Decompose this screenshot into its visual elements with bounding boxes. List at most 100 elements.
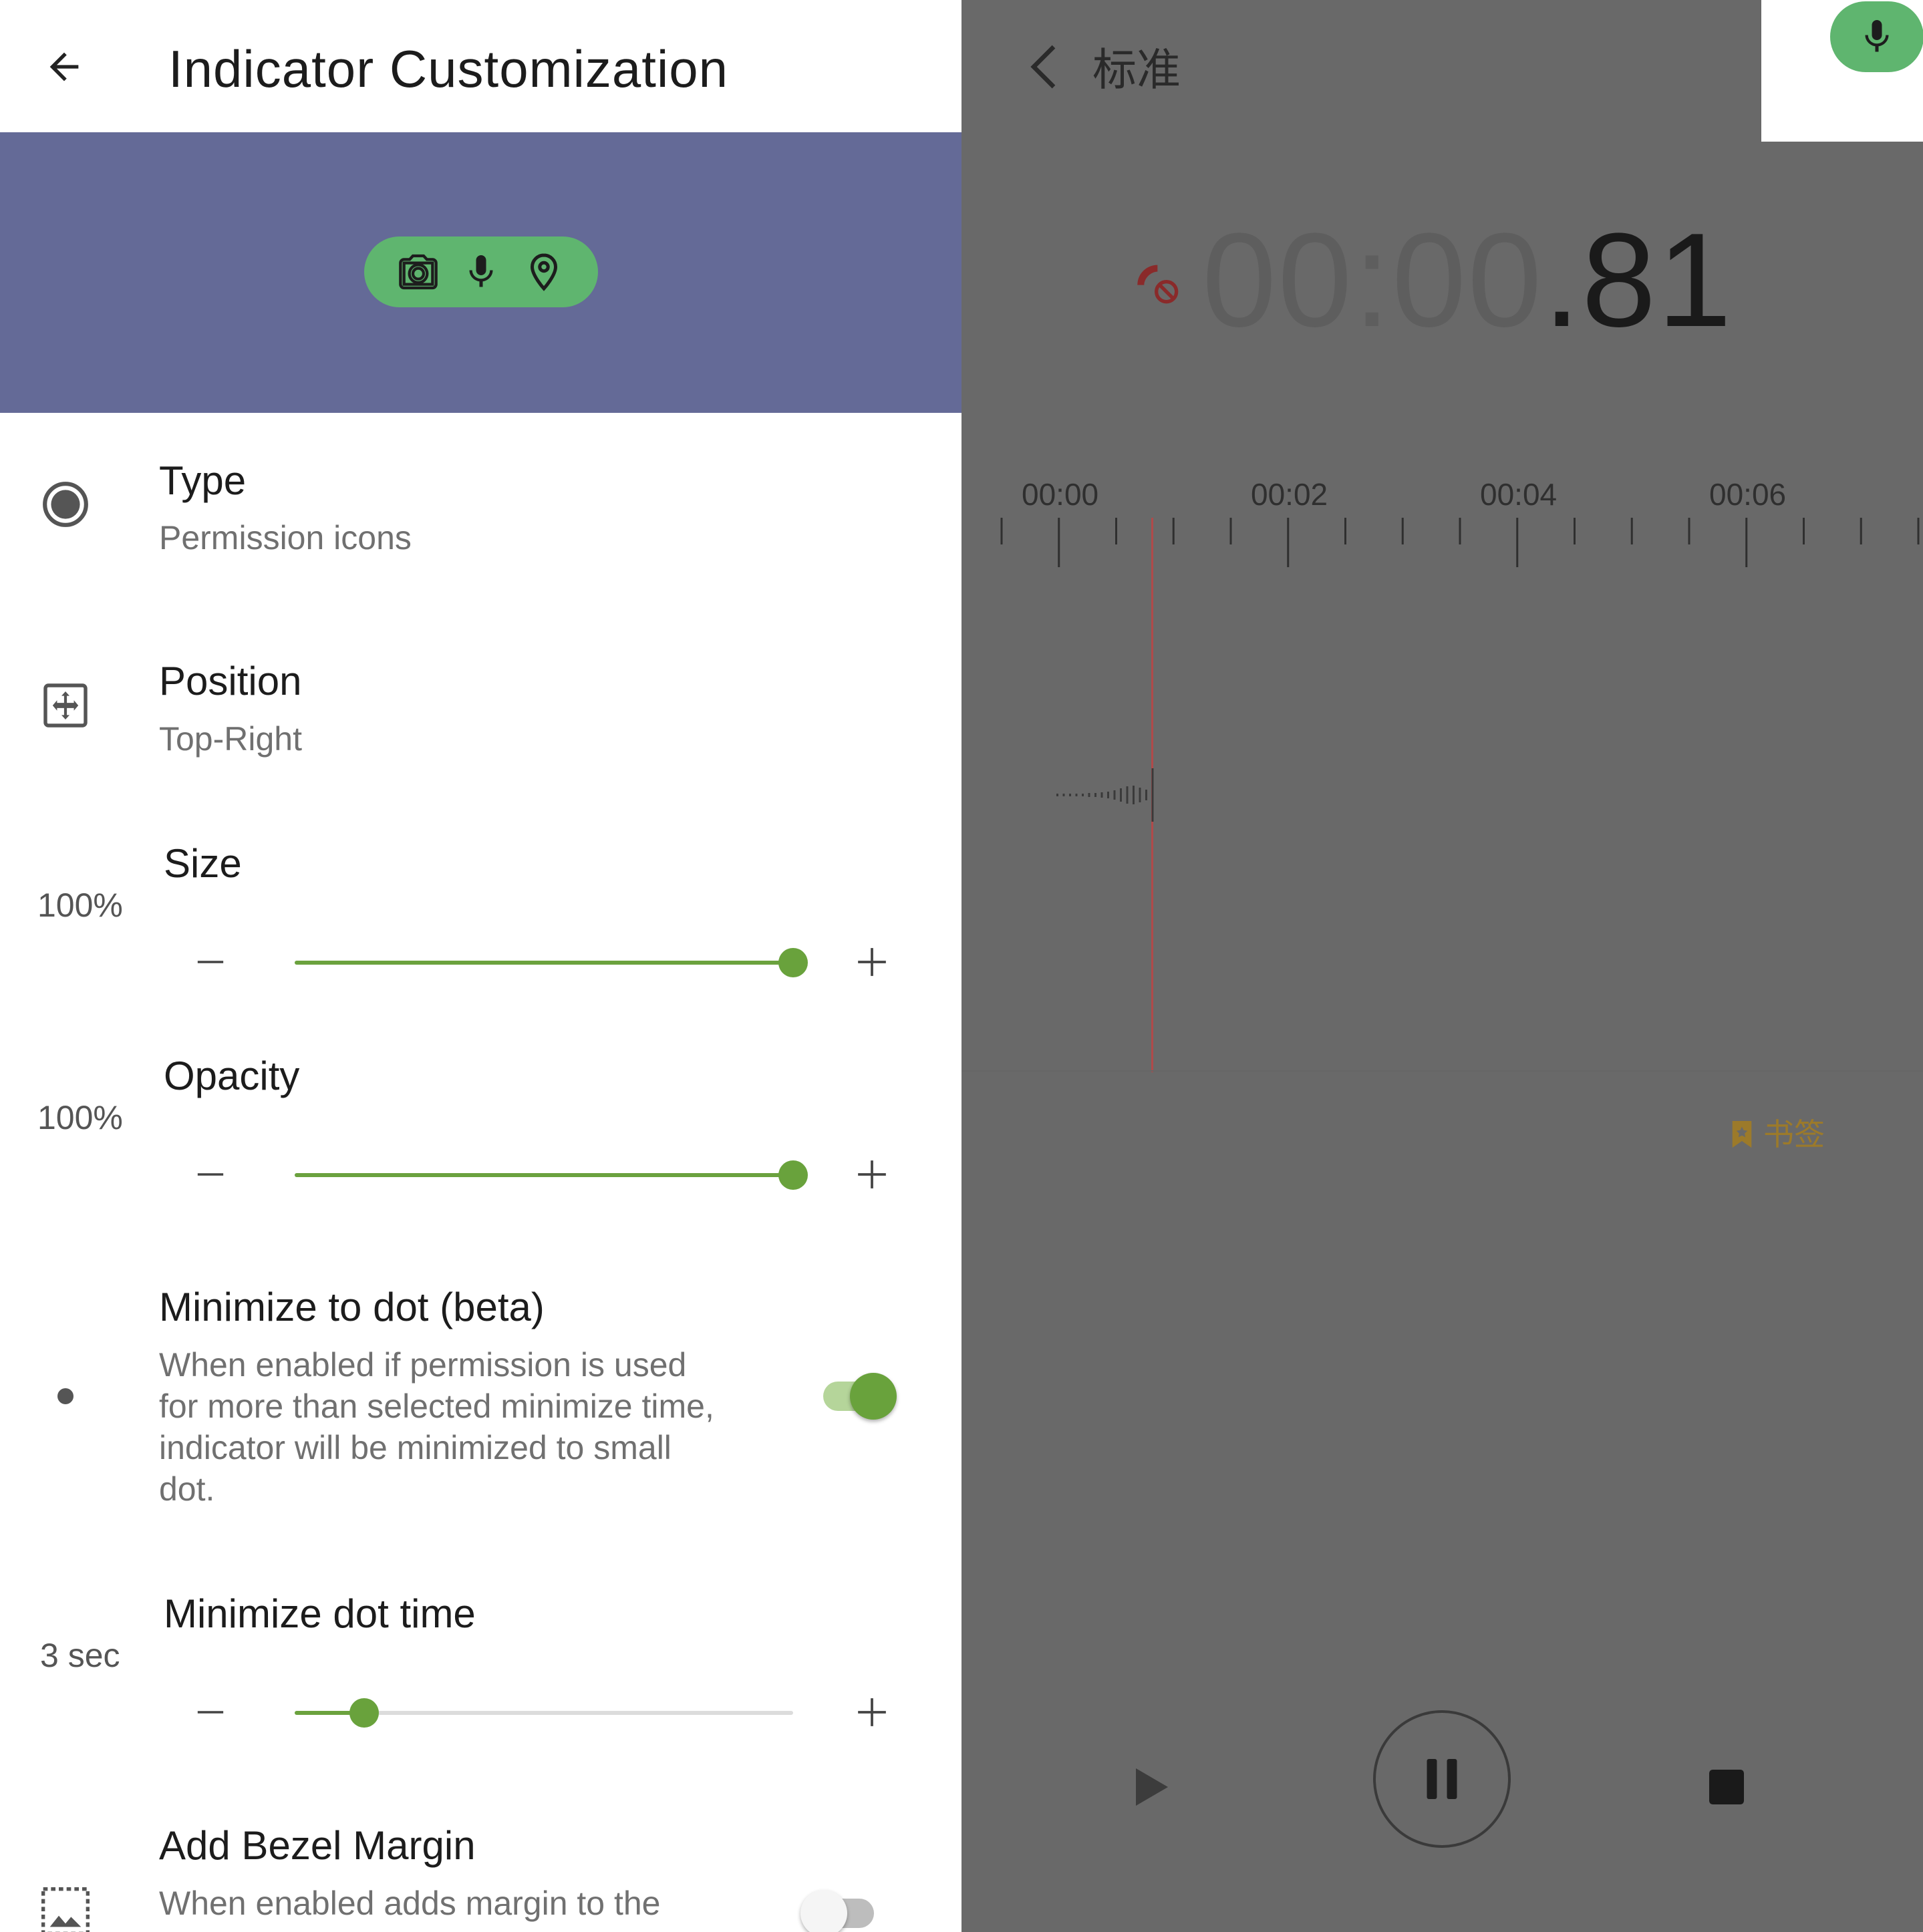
minimize-dot-description-3: indicator will be minimized to small <box>159 1429 672 1466</box>
indicator-pill <box>364 236 598 307</box>
plus-icon <box>858 1698 886 1726</box>
bookmark-icon <box>1732 1121 1752 1148</box>
radio-filled-icon <box>39 478 92 531</box>
size-slider[interactable] <box>187 935 895 989</box>
waveform-bar <box>1151 768 1154 822</box>
bezel-margin-description-1: When enabled adds margin to the <box>159 1885 661 1922</box>
type-value: Permission icons <box>159 519 412 556</box>
timer-main: 00:00 <box>1202 206 1543 355</box>
timeline-label: 00:02 <box>1251 477 1328 512</box>
back-button[interactable] <box>37 40 91 94</box>
waveform-bar <box>1120 788 1122 802</box>
timeline-label: 00:04 <box>1480 477 1558 512</box>
size-slider-track[interactable] <box>295 948 808 977</box>
pause-icon <box>1427 1759 1457 1799</box>
waveform <box>1056 768 1154 822</box>
waveform-bar <box>1062 794 1065 796</box>
opacity-slider-thumb[interactable] <box>778 1160 808 1190</box>
minus-icon <box>197 1711 224 1714</box>
opacity-slider[interactable] <box>187 1148 895 1201</box>
opacity-increase-button[interactable] <box>849 1148 895 1201</box>
minimize-dot-title: Minimize to dot (beta) <box>159 1285 545 1329</box>
play-icon <box>1136 1768 1168 1806</box>
size-slider-thumb[interactable] <box>778 948 808 977</box>
waveform-bar <box>1133 786 1135 804</box>
minus-icon <box>197 1173 224 1176</box>
bookmark-label: 书签 <box>1763 1117 1825 1152</box>
recorder-title: 标准 <box>1092 45 1181 94</box>
size-decrease-button[interactable] <box>187 935 234 989</box>
waveform-bar <box>1145 790 1147 800</box>
indicator-preview <box>0 132 961 413</box>
minimize-time-slider-track[interactable] <box>295 1698 793 1728</box>
minimize-time-decrease-button[interactable] <box>187 1685 234 1739</box>
stop-icon <box>1709 1770 1744 1804</box>
minimize-time-slider-thumb[interactable] <box>349 1698 380 1728</box>
minimize-dot-description-1: When enabled if permission is used <box>159 1346 687 1384</box>
minus-icon <box>197 961 224 963</box>
waveform-bar <box>1139 788 1141 802</box>
waveform-bar <box>1100 792 1103 798</box>
type-title: Type <box>159 458 247 503</box>
size-value-label: 100% <box>37 887 123 924</box>
minimize-dot-toggle[interactable] <box>817 1367 897 1420</box>
call-blocked-icon <box>1137 265 1179 304</box>
minimize-time-increase-button[interactable] <box>849 1685 895 1739</box>
timeline-label: 00:06 <box>1709 477 1787 512</box>
recorder-pane: 标准 00:00.81 00:00 00:02 00:04 00:06 书签 <box>961 0 1923 1932</box>
bookmark-button[interactable]: 书签 <box>1730 1116 1825 1153</box>
bezel-margin-toggle[interactable] <box>800 1884 881 1932</box>
pause-button[interactable] <box>1373 1710 1511 1848</box>
waveform-bar <box>1088 793 1090 797</box>
recording-timer: 00:00.81 <box>1202 207 1733 354</box>
page-title: Indicator Customization <box>168 39 729 98</box>
recorder-back-button[interactable] <box>1020 40 1067 94</box>
size-increase-button[interactable] <box>849 935 895 989</box>
timeline-label: 00:00 <box>1022 477 1099 512</box>
divider <box>961 1070 1923 1072</box>
opacity-slider-track[interactable] <box>295 1160 808 1190</box>
move-arrows-icon <box>39 679 92 732</box>
position-value: Top-Right <box>159 720 302 758</box>
minimize-dot-description-4: dot. <box>159 1470 215 1508</box>
location-pin-icon <box>521 249 567 295</box>
opacity-value-label: 100% <box>37 1099 123 1136</box>
stop-button[interactable] <box>1690 1750 1763 1824</box>
indicator-settings-pane: Indicator Customization Type Permission … <box>0 0 961 1932</box>
image-frame-icon <box>37 1887 94 1932</box>
chevron-left-icon <box>1030 45 1056 89</box>
waveform-bar <box>1113 790 1116 800</box>
bezel-margin-title: Add Bezel Margin <box>159 1823 476 1868</box>
waveform-bar <box>1126 786 1129 804</box>
position-title: Position <box>159 659 302 703</box>
waveform-bar <box>1094 793 1096 797</box>
plus-icon <box>858 948 886 976</box>
waveform-bar <box>1069 794 1071 796</box>
minimize-time-slider[interactable] <box>187 1685 895 1739</box>
mic-icon <box>1865 20 1889 52</box>
timeline-ruler[interactable] <box>961 518 1923 571</box>
waveform-bar <box>1107 792 1109 798</box>
arrow-left-icon <box>49 52 79 82</box>
waveform-bar <box>1056 794 1058 796</box>
opacity-slider-fill <box>295 1173 793 1177</box>
minimize-dot-description-2: for more than selected minimize time, <box>159 1388 714 1425</box>
app-bar: Indicator Customization <box>0 0 961 132</box>
minimize-dot-toggle-knob <box>850 1373 897 1420</box>
bezel-margin-toggle-knob <box>800 1890 847 1932</box>
play-button[interactable] <box>1115 1750 1189 1824</box>
mic-icon <box>458 249 504 295</box>
waveform-bar <box>1082 794 1084 796</box>
minimize-time-title: Minimize dot time <box>164 1591 476 1636</box>
opacity-title: Opacity <box>164 1054 300 1098</box>
dot-icon <box>52 1383 79 1410</box>
plus-icon <box>858 1160 886 1188</box>
minimize-time-value-label: 3 sec <box>40 1637 120 1674</box>
opacity-decrease-button[interactable] <box>187 1148 234 1201</box>
timer-fraction: .81 <box>1543 206 1733 355</box>
size-title: Size <box>164 841 242 886</box>
size-slider-fill <box>295 961 793 965</box>
waveform-bar <box>1075 794 1078 796</box>
camera-icon <box>395 249 442 295</box>
mic-indicator <box>1830 1 1923 72</box>
